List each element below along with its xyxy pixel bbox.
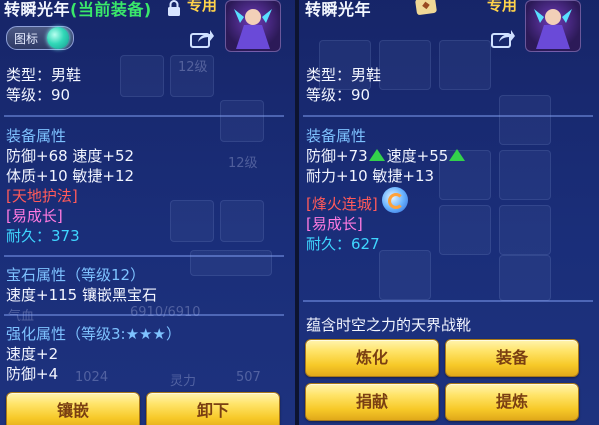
toggle-knob[interactable] [47, 27, 69, 49]
upgrade-arrow-icon [368, 148, 385, 161]
equip-attr-header: 装备属性 [306, 127, 367, 145]
stat-speed: 速度+55 [386, 147, 449, 165]
bg-slot [379, 40, 431, 90]
bg-text: 1024 [75, 370, 109, 385]
divider [303, 115, 593, 117]
level-line: 等级：90 [6, 86, 71, 104]
character-portrait [525, 0, 581, 52]
bg-slot [439, 205, 491, 255]
character-portrait [225, 0, 281, 52]
bg-slot [170, 200, 214, 242]
icon-toggle[interactable]: 图标 [6, 26, 74, 50]
bg-slot [190, 250, 272, 276]
stat-defense: 防御+73 [306, 147, 368, 165]
stats-line: 防御+68 速度+52 [6, 147, 135, 165]
equipment-compare-screen: 12级 12级 气血 6910/6910 1024 灵力 507 转瞬光年(当前… [0, 0, 599, 425]
bg-slot [220, 200, 264, 242]
item-name: 转瞬光年 [4, 0, 71, 19]
donate-button[interactable]: 捐献 [305, 383, 439, 421]
bg-text: 灵力 [170, 374, 197, 389]
bg-slot [499, 150, 551, 200]
exclusive-label: 专用 [487, 0, 518, 14]
item-name: 转瞬光年 [305, 0, 372, 19]
item-title: 转瞬光年 [305, 0, 371, 20]
current-equipment-panel: 12级 12级 气血 6910/6910 1024 灵力 507 转瞬光年(当前… [0, 0, 295, 425]
refine-button[interactable]: 炼化 [305, 339, 439, 377]
lock-icon [168, 0, 180, 16]
special-skill: [天地护法] [6, 187, 78, 205]
equip-button[interactable]: 装备 [445, 339, 579, 377]
type-line: 类型：男鞋 [6, 66, 82, 84]
extract-button[interactable]: 提炼 [445, 383, 579, 421]
special-effect: [易成长] [6, 207, 63, 225]
exclusive-label: 专用 [187, 0, 218, 14]
divider [4, 314, 284, 316]
bg-slot [439, 40, 491, 90]
divider [4, 255, 284, 257]
bg-slot [499, 255, 551, 301]
forge-line: 速度+2 [6, 345, 59, 363]
gem-line: 速度+115 镶嵌黑宝石 [6, 286, 157, 304]
bg-slot [499, 95, 551, 145]
special-skill: [烽火连城] [306, 195, 378, 213]
forge-line: 防御+4 [6, 365, 59, 383]
divider [4, 115, 284, 117]
share-icon[interactable] [190, 28, 214, 48]
skill-orb-icon [382, 187, 408, 213]
inlay-button[interactable]: 镶嵌 [6, 392, 140, 425]
bg-slot [220, 100, 264, 142]
equipped-tag: (当前装备) [70, 0, 152, 19]
compare-equipment-panel: 转瞬光年 ◆ 专用 类型：男鞋 等级：90 装备属性 防御+73 速度+55 耐力… [299, 0, 599, 425]
bg-hp-value: 6910/6910 [130, 305, 201, 320]
bg-level-tag: 12级 [178, 60, 208, 75]
share-icon[interactable] [491, 28, 515, 48]
unequip-button[interactable]: 卸下 [146, 392, 280, 425]
icon-toggle-label: 图标 [14, 32, 39, 46]
forge-header: 强化属性（等级3:★★★） [6, 325, 181, 343]
durability: 耐久：627 [306, 235, 380, 253]
equip-attr-header: 装备属性 [6, 127, 67, 145]
stats-line: 防御+73 速度+55 [306, 147, 467, 165]
bg-level-tag: 12级 [228, 156, 258, 171]
bg-slot [499, 205, 551, 255]
upgrade-arrow-icon [449, 148, 466, 161]
divider [303, 300, 593, 302]
level-line: 等级：90 [306, 86, 371, 104]
durability: 耐久：373 [6, 227, 80, 245]
stats-line: 耐力+10 敏捷+13 [306, 167, 435, 185]
item-title: 转瞬光年(当前装备) [4, 0, 152, 20]
bg-text: 507 [236, 370, 261, 385]
gem-header: 宝石属性（等级12） [6, 266, 146, 284]
special-effect: [易成长] [306, 215, 363, 233]
bg-slot [379, 250, 431, 300]
bg-slot [120, 55, 164, 97]
type-line: 类型：男鞋 [306, 66, 382, 84]
suit-description: 蕴含时空之力的天界战靴 [306, 316, 472, 334]
stats-line: 体质+10 敏捷+12 [6, 167, 135, 185]
seal-badge-icon: ◆ [414, 0, 438, 16]
